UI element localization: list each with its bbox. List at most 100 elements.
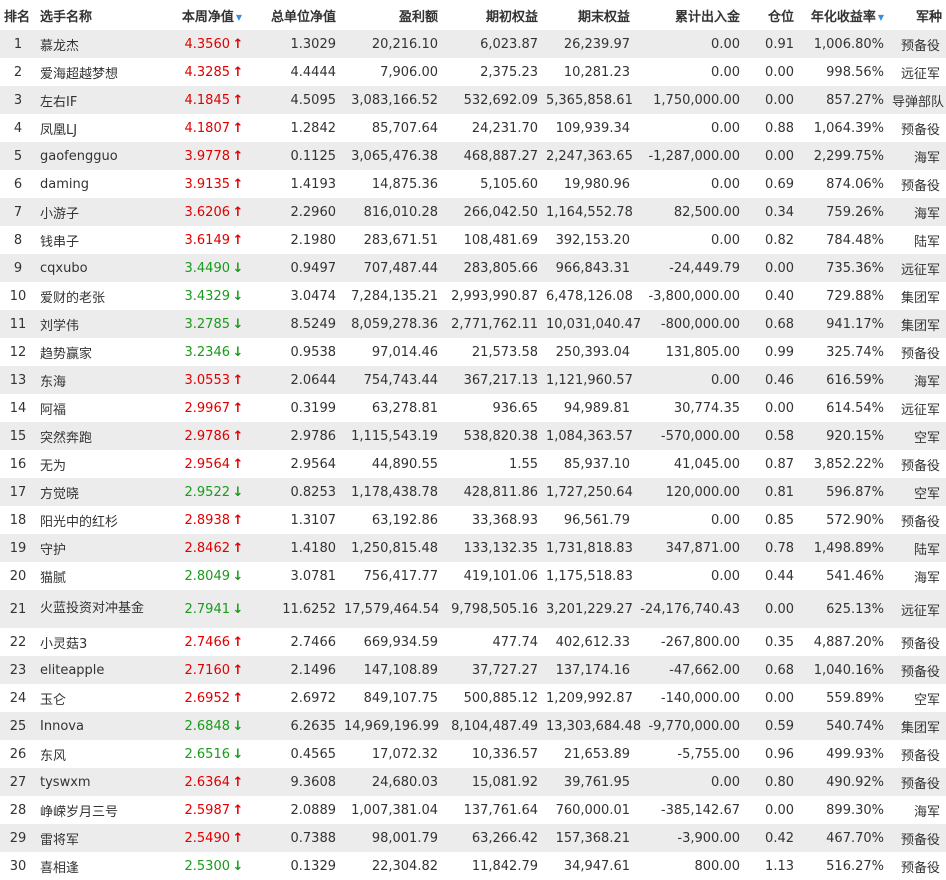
annual-return-cell: 1,040.16%	[813, 662, 884, 678]
final-equity-cell: 157,368.21	[555, 830, 630, 846]
weekly-nav-value: 2.5987	[184, 802, 231, 818]
army-cell: 预备役	[900, 122, 940, 138]
weekly-nav-cell: 2.6364 ↑	[160, 768, 246, 796]
weekly-nav-cell: 2.7941 ↓	[160, 590, 246, 628]
arrow-up-icon: ↑	[232, 634, 244, 650]
position-cell: 0.00	[765, 148, 794, 164]
total-nav-cell: 1.3107	[290, 512, 337, 528]
initial-equity-cell: 21,573.58	[471, 344, 538, 360]
annual-return-cell: 467.70%	[826, 830, 884, 846]
initial-equity-cell: 266,042.50	[463, 204, 538, 220]
total-nav-cell: 0.9538	[290, 344, 337, 360]
player-name: tyswxm	[40, 774, 91, 790]
position-cell: 0.78	[765, 540, 794, 556]
arrow-down-icon: ↓	[232, 288, 244, 304]
army-cell: 远征军	[900, 603, 940, 619]
weekly-nav-value: 2.7941	[184, 601, 231, 617]
total-nav-cell: 1.2842	[290, 120, 337, 136]
player-name: 左右IF	[40, 94, 78, 110]
initial-equity-cell: 10,336.57	[471, 746, 538, 762]
table-row: 27 tyswxm 2.6364 ↑ 9.3608 24,680.03 15,081.92 3…	[0, 768, 946, 796]
initial-equity-cell: 2,993,990.87	[451, 288, 538, 304]
weekly-nav-value: 3.2346	[184, 344, 231, 360]
initial-equity-cell: 428,811.86	[463, 484, 538, 500]
player-name: 爱财的老张	[40, 290, 106, 306]
cumulative-flow-cell: -385,142.67	[660, 802, 740, 818]
profit-cell: 14,969,196.99	[344, 718, 440, 734]
player-name: 小灵菇3	[40, 636, 88, 652]
annual-return-cell: 941.17%	[826, 316, 884, 332]
player-name: daming	[40, 176, 89, 192]
final-equity-cell: 94,989.81	[563, 400, 630, 416]
rank-cell: 24	[9, 690, 27, 706]
sort-desc-icon: ▼	[235, 12, 242, 22]
position-cell: 0.87	[765, 456, 794, 472]
total-nav-cell: 1.4180	[290, 540, 337, 556]
weekly-nav-value: 3.6206	[184, 204, 231, 220]
weekly-nav-cell: 3.6149 ↑	[160, 226, 246, 254]
profit-cell: 85,707.64	[371, 120, 438, 136]
header-initial-equity: 期初权益	[485, 9, 538, 25]
header-position: 仓位	[767, 9, 794, 25]
header-annual-return[interactable]: 年化收益率 ▼	[798, 0, 888, 30]
final-equity-cell: 13,303,684.48	[546, 718, 642, 734]
cumulative-flow-cell: -9,770,000.00	[648, 718, 740, 734]
position-cell: 0.68	[765, 316, 794, 332]
table-row: 30 喜相逢 2.5300 ↓ 0.1329 22,304.82 11,842.79 34,9…	[0, 852, 946, 880]
cumulative-flow-cell: 30,774.35	[673, 400, 740, 416]
weekly-nav-cell: 3.4490 ↓	[160, 254, 246, 282]
weekly-nav-value: 4.1845	[184, 92, 231, 108]
cumulative-flow-cell: 0.00	[711, 774, 740, 790]
position-cell: 0.80	[765, 774, 794, 790]
player-name: 喜相逢	[40, 860, 80, 876]
profit-cell: 44,890.55	[371, 456, 438, 472]
position-cell: 0.88	[765, 120, 794, 136]
weekly-nav-value: 2.6516	[184, 746, 231, 762]
initial-equity-cell: 6,023.87	[480, 36, 538, 52]
header-name: 选手名称	[40, 9, 93, 25]
table-row: 28 峥嵘岁月三号 2.5987 ↑ 2.0889 1,007,381.04 137,761…	[0, 796, 946, 824]
header-weekly-nav[interactable]: 本周净值 ▼	[160, 0, 246, 30]
annual-return-cell: 616.59%	[826, 372, 884, 388]
total-nav-cell: 0.4565	[290, 746, 337, 762]
total-nav-cell: 9.3608	[290, 774, 337, 790]
player-name: 凤凰LJ	[40, 122, 78, 138]
annual-return-cell: 857.27%	[826, 92, 884, 108]
weekly-nav-cell: 2.6516 ↓	[160, 740, 246, 768]
weekly-nav-value: 2.8049	[184, 568, 231, 584]
arrow-down-icon: ↓	[232, 718, 244, 734]
rank-cell: 7	[13, 204, 23, 220]
arrow-up-icon: ↑	[232, 830, 244, 846]
arrow-down-icon: ↓	[232, 858, 244, 874]
profit-cell: 707,487.44	[363, 260, 438, 276]
final-equity-cell: 1,209,992.87	[546, 690, 633, 706]
army-cell: 海军	[913, 150, 940, 166]
weekly-nav-value: 3.9778	[184, 148, 231, 164]
arrow-up-icon: ↑	[232, 204, 244, 220]
cumulative-flow-cell: -3,900.00	[677, 830, 740, 846]
position-cell: 0.42	[765, 830, 794, 846]
header-rank: 排名	[4, 9, 31, 25]
annual-return-cell: 516.27%	[826, 858, 884, 874]
total-nav-cell: 0.1125	[290, 148, 337, 164]
initial-equity-cell: 936.65	[492, 400, 539, 416]
annual-return-cell: 729.88%	[826, 288, 884, 304]
table-row: 5 gaofengguo 3.9778 ↑ 0.1125 3,065,476.38 468,…	[0, 142, 946, 170]
army-cell: 陆军	[913, 234, 940, 250]
table-row: 17 方觉晓 2.9522 ↓ 0.8253 1,178,438.78 428,811.86…	[0, 478, 946, 506]
position-cell: 0.00	[765, 92, 794, 108]
army-cell: 陆军	[913, 542, 940, 558]
header-army: 军种	[915, 9, 942, 25]
weekly-nav-cell: 3.2346 ↓	[160, 338, 246, 366]
profit-cell: 754,743.44	[363, 372, 438, 388]
initial-equity-cell: 33,368.93	[471, 512, 538, 528]
cumulative-flow-cell: 0.00	[711, 512, 740, 528]
table-row: 22 小灵菇3 2.7466 ↑ 2.7466 669,934.59 477.74 402,6…	[0, 628, 946, 656]
player-name: eliteapple	[40, 662, 105, 678]
player-name: 峥嵘岁月三号	[40, 804, 119, 820]
weekly-nav-cell: 2.7466 ↑	[160, 628, 246, 656]
profit-cell: 8,059,278.36	[351, 316, 438, 332]
final-equity-cell: 19,980.96	[563, 176, 630, 192]
player-name: 方觉晓	[40, 486, 80, 502]
position-cell: 0.58	[765, 428, 794, 444]
